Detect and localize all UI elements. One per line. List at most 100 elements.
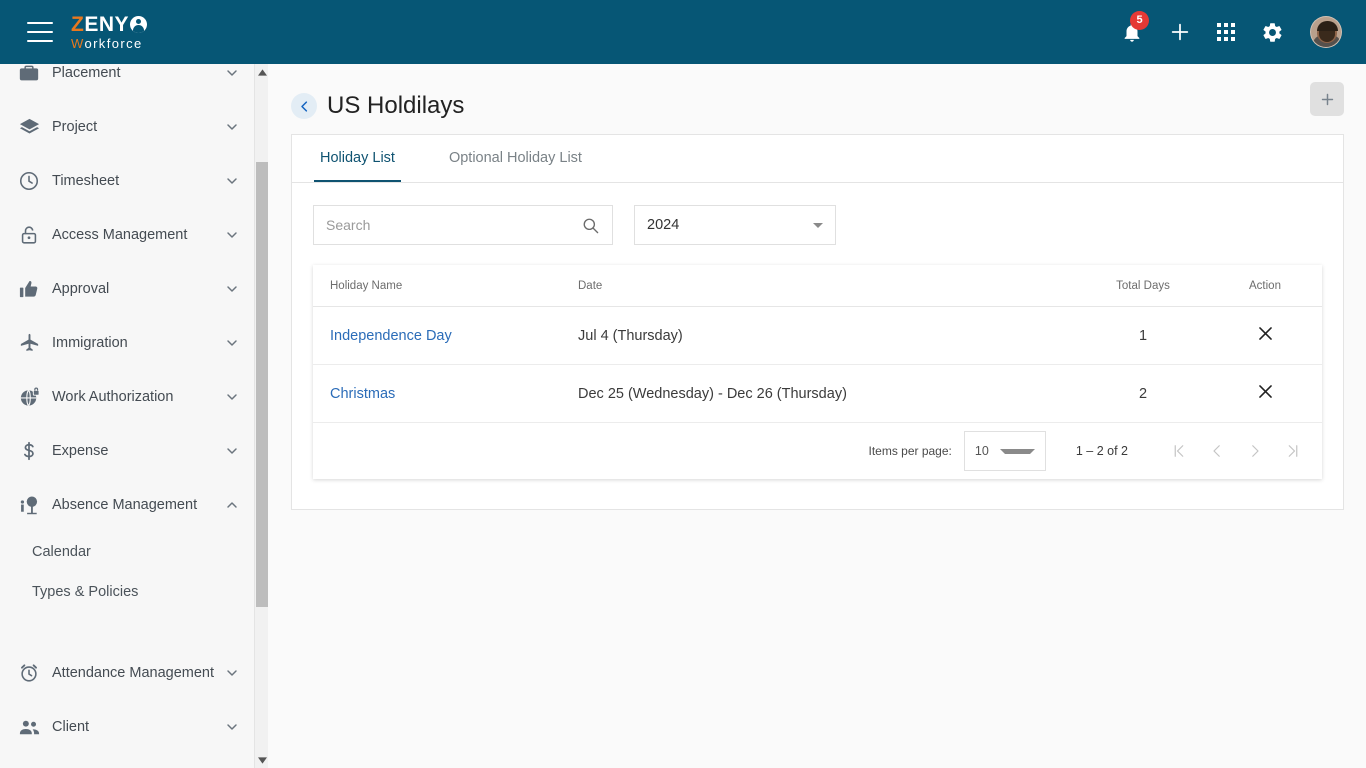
logo-text-eny: ENY (84, 13, 130, 36)
logo-text-orkforce: orkforce (84, 36, 143, 51)
chevron-down-icon[interactable] (224, 335, 240, 351)
search-field[interactable] (313, 205, 613, 245)
sidebar-item-label: Client (52, 719, 90, 735)
back-button[interactable] (291, 93, 317, 119)
chevron-down-icon[interactable] (224, 719, 240, 735)
beach-person-icon (14, 494, 44, 517)
delete-holiday-button[interactable] (1256, 324, 1275, 343)
sidebar-subitem-label: Types & Policies (32, 584, 139, 600)
chevron-down-icon[interactable] (224, 227, 240, 243)
sidebar-item-absence-management[interactable]: Absence Management (0, 478, 254, 532)
last-page-button[interactable] (1274, 432, 1312, 470)
previous-page-button[interactable] (1198, 432, 1236, 470)
page-header: US Holdilays (269, 64, 1366, 128)
dollar-icon (14, 440, 44, 462)
lock-icon (14, 224, 44, 246)
sidebar-item-approval[interactable]: Approval (0, 262, 254, 316)
sidebar-item-label: Project (52, 119, 98, 135)
sidebar-item-project[interactable]: Project (0, 100, 254, 154)
chevron-down-icon[interactable] (224, 443, 240, 459)
thumbs-up-icon (14, 278, 44, 301)
table-row: Christmas Dec 25 (Wednesday) - Dec 26 (T… (313, 364, 1322, 423)
items-per-page-select[interactable]: 10 (963, 431, 1046, 471)
cell-action (1208, 306, 1322, 365)
sidebar-item-label: Expense (52, 443, 109, 459)
clock-icon (14, 170, 44, 192)
alarm-clock-icon (14, 662, 44, 684)
delete-holiday-button[interactable] (1256, 382, 1275, 401)
sidebar-item-access-management[interactable]: Access Management (0, 208, 254, 262)
sidebar-item-expense[interactable]: Expense (0, 424, 254, 478)
main-content: US Holdilays Holiday List Optional Holid… (269, 64, 1366, 768)
next-page-button[interactable] (1236, 432, 1274, 470)
column-header-date: Date (578, 265, 1078, 307)
table-header-row: Holiday Name Date Total Days Action (313, 265, 1322, 307)
holiday-name-link[interactable]: Christmas (330, 386, 395, 402)
chevron-down-icon[interactable] (224, 281, 240, 297)
chevron-up-icon[interactable] (224, 497, 240, 513)
pagination-range-label: 1 – 2 of 2 (1075, 444, 1128, 458)
cell-total-days: 1 (1078, 306, 1208, 365)
search-input[interactable] (326, 217, 581, 233)
items-per-page-label: Items per page: (868, 444, 952, 458)
plus-icon (1321, 93, 1333, 105)
add-holiday-button[interactable] (1310, 82, 1344, 116)
apps-button[interactable] (1217, 23, 1235, 41)
column-header-total-days: Total Days (1078, 265, 1208, 307)
apps-grid-icon (1217, 23, 1235, 41)
logo-person-orb-icon (130, 16, 148, 33)
chevron-down-icon[interactable] (224, 173, 240, 189)
notification-badge-count: 5 (1130, 10, 1149, 30)
settings-button[interactable] (1261, 21, 1284, 44)
sidebar-subitem-label: Calendar (32, 544, 91, 560)
sidebar-item-timesheet[interactable]: Timesheet (0, 154, 254, 208)
scroll-up-arrow-icon[interactable] (255, 64, 269, 80)
sidebar-item-label: Timesheet (52, 173, 120, 189)
year-select[interactable]: 2024 (634, 205, 836, 245)
add-button[interactable] (1169, 21, 1191, 43)
tab-label: Optional Holiday List (448, 149, 582, 166)
sidebar-item-work-authorization[interactable]: Work Authorization (0, 370, 254, 424)
sidebar-subitem-calendar[interactable]: Calendar (0, 532, 254, 572)
column-header-action: Action (1208, 265, 1322, 307)
chevron-down-icon[interactable] (224, 119, 240, 135)
scroll-down-arrow-icon[interactable] (255, 752, 269, 768)
year-select-value: 2024 (647, 217, 680, 233)
sidebar-subitem-types-policies[interactable]: Types & Policies (0, 572, 254, 612)
sidebar-item-client[interactable]: Client (0, 700, 254, 754)
tab-label: Holiday List (320, 149, 395, 166)
notifications-button[interactable]: 5 (1121, 10, 1149, 44)
hamburger-menu-icon[interactable] (27, 22, 53, 42)
tab-holiday-list[interactable]: Holiday List (314, 135, 401, 182)
top-app-bar: Z ENY Workforce 5 (0, 0, 1366, 64)
briefcase-icon (14, 64, 44, 84)
holiday-table-container: Holiday Name Date Total Days Action Inde… (313, 265, 1322, 479)
sidebar-item-label: Immigration (52, 335, 128, 351)
chevron-down-icon[interactable] (224, 65, 240, 81)
sidebar-item-vendor[interactable]: Vendor (0, 754, 254, 768)
table-header: Holiday Name Date Total Days Action (313, 265, 1322, 307)
chevron-down-icon[interactable] (224, 665, 240, 681)
close-x-icon (1258, 327, 1272, 340)
cell-total-days: 2 (1078, 364, 1208, 423)
user-avatar[interactable] (1310, 16, 1342, 48)
holiday-name-link[interactable]: Independence Day (330, 328, 452, 344)
chevron-down-icon[interactable] (224, 389, 240, 405)
tab-optional-holiday-list[interactable]: Optional Holiday List (443, 135, 588, 182)
first-page-button[interactable] (1160, 432, 1198, 470)
sidebar-item-attendance-management[interactable]: Attendance Management (0, 646, 254, 700)
scrollbar-thumb[interactable] (256, 162, 268, 607)
sidebar-item-placement[interactable]: Placement (0, 64, 254, 100)
gear-icon (1263, 22, 1282, 42)
topbar-actions: 5 (1121, 10, 1342, 48)
table-body: Independence Day Jul 4 (Thursday) 1 Chri… (313, 306, 1322, 423)
sidebar-scrollbar[interactable] (254, 64, 268, 768)
logo-text-w: W (71, 36, 85, 51)
column-header-holiday-name: Holiday Name (313, 265, 578, 307)
sidebar-item-label: Work Authorization (52, 389, 174, 405)
sidebar-item-immigration[interactable]: Immigration (0, 316, 254, 370)
sidebar-navigation: Placement Project Timesheet Access Manag… (0, 64, 254, 768)
zeny-workforce-logo[interactable]: Z ENY Workforce (71, 13, 148, 51)
cell-holiday-name: Independence Day (313, 306, 578, 365)
sidebar-item-label: Attendance Management (52, 665, 215, 681)
